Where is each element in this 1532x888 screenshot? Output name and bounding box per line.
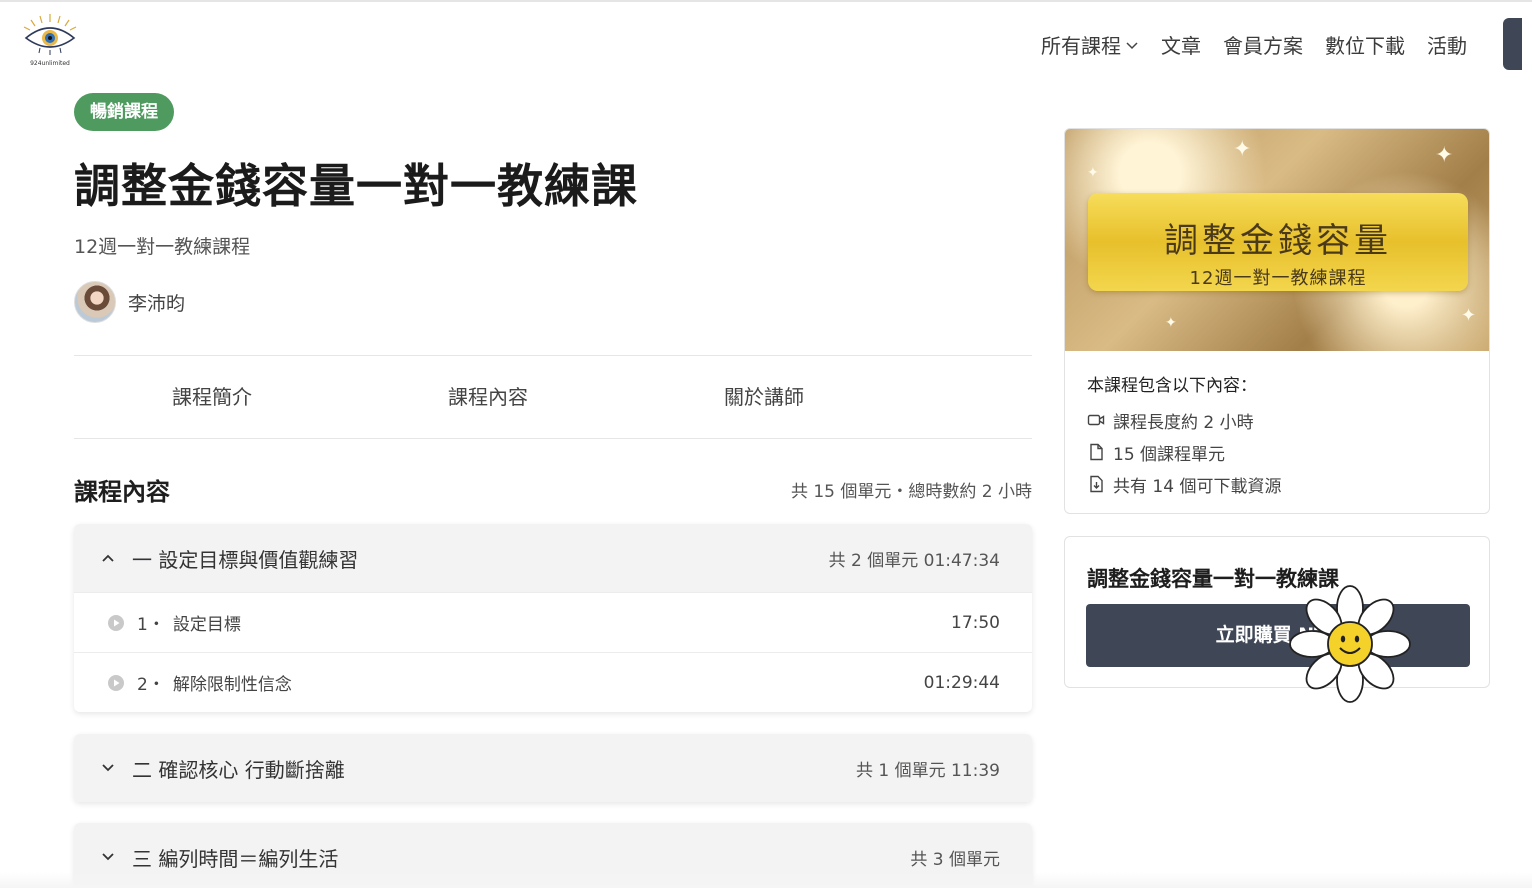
lesson-2-number: 2・ [137,675,165,695]
cover-plate: 調整金錢容量 12週一對一教練課程 [1088,193,1468,291]
nav-articles[interactable]: 文章 [1161,30,1201,59]
chevron-down-icon [1126,41,1138,49]
chapter-1-meta: 共 2 個單元 01:47:34 [828,550,1000,571]
download-file-icon [1090,475,1103,493]
sparkle-icon: ✦ [1165,315,1177,331]
logo-text: 924unlimited [30,60,70,67]
eye-logo-icon [23,14,77,55]
chevron-down-icon [102,764,114,772]
includes-title: 本課程包含以下內容： [1087,376,1257,396]
lesson-2[interactable]: 2・ 解除限制性信念 01:29:44 [74,652,1032,712]
nav-events[interactable]: 活動 [1427,30,1467,59]
page-title: 調整金錢容量一對一教練課 [74,159,638,213]
nav-membership[interactable]: 會員方案 [1223,30,1303,59]
tab-instructor[interactable]: 關於講師 [626,356,902,438]
include-downloads: 共有 14 個可下載資源 [1087,468,1467,500]
course-includes: 本課程包含以下內容： 課程長度約 2 小時 15 個課程單元 共有 14 個可下… [1065,351,1489,513]
cover-subtitle: 12週一對一教練課程 [1189,268,1367,289]
nav-all-courses[interactable]: 所有課程 [1041,30,1139,59]
chapter-2-meta: 共 1 個單元 11:39 [855,760,1000,781]
lesson-1[interactable]: 1・ 設定目標 17:50 [74,592,1032,652]
page-bottom-fade [0,872,1532,888]
lesson-1-number: 1・ [137,615,165,635]
include-downloads-text: 共有 14 個可下載資源 [1113,476,1282,497]
include-duration: 課程長度約 2 小時 [1087,404,1467,436]
course-cover-image: ✦ ✦ ✦ ✦ ✦ 調整金錢容量 12週一對一教練課程 [1065,129,1489,351]
lesson-1-name: 設定目標 [172,615,241,635]
chapter-1: 一 設定目標與價值觀練習 共 2 個單元 01:47:34 1・ 設定目標 17… [74,524,1032,712]
include-units: 15 個課程單元 [1087,436,1467,468]
play-icon [108,674,124,691]
cover-title: 調整金錢容量 [1164,221,1392,261]
avatar [74,281,116,323]
chevron-down-icon [102,853,114,861]
video-icon [1087,414,1105,426]
include-units-text: 15 個課程單元 [1113,444,1226,465]
nav-all-courses-label: 所有課程 [1041,34,1121,58]
course-tabs: 課程簡介 課程內容 關於講師 [74,356,1032,438]
chevron-up-icon [102,554,114,562]
login-button-edge[interactable] [1503,18,1522,70]
purchase-card: 調整金錢容量一對一教練課 立即購買 NT$ [1064,536,1490,688]
chapter-2: 二 確認核心 行動斷捨離 共 1 個單元 11:39 [74,734,1032,802]
author-name: 李沛昀 [128,292,186,315]
sparkle-icon: ✦ [1233,137,1252,162]
tab-content[interactable]: 課程內容 [350,356,626,438]
daisy-smiley-icon [1289,585,1411,703]
sparkle-icon: ✦ [1461,305,1477,326]
tab-intro[interactable]: 課程簡介 [74,356,350,438]
course-subtitle: 12週一對一教練課程 [74,236,251,258]
lesson-2-duration: 01:29:44 [923,672,1000,693]
chapter-1-name: 一 設定目標與價值觀練習 [132,547,359,572]
sparkle-icon: ✦ [1087,165,1099,181]
chapter-3-name: 三 編列時間＝編列生活 [132,846,339,871]
chapter-3-meta: 共 3 個單元 [910,849,1000,870]
main-nav: 所有課程 文章 會員方案 數位下載 活動 [1041,30,1467,59]
site-logo[interactable]: 924unlimited [20,12,80,74]
chapter-2-name: 二 確認核心 行動斷捨離 [132,757,345,782]
tabs-bottom-divider [74,438,1032,439]
sparkle-icon: ✦ [1435,143,1454,168]
nav-digital-downloads[interactable]: 數位下載 [1325,30,1405,59]
content-section-title: 課程內容 [74,478,170,506]
bestseller-badge: 暢銷課程 [74,93,174,131]
course-author[interactable]: 李沛昀 [74,281,185,323]
include-duration-text: 課程長度約 2 小時 [1113,412,1254,433]
chapter-1-header[interactable]: 一 設定目標與價值觀練習 共 2 個單元 01:47:34 [74,524,1032,592]
chapter-2-header[interactable]: 二 確認核心 行動斷捨離 共 1 個單元 11:39 [74,734,1032,802]
buy-now-button[interactable]: 立即購買 NT$ [1086,604,1470,667]
course-info-card: ✦ ✦ ✦ ✦ ✦ 調整金錢容量 12週一對一教練課程 本課程包含以下內容： 課… [1064,128,1490,514]
top-border [0,0,1532,2]
lesson-2-name: 解除限制性信念 [172,675,292,695]
lesson-1-duration: 17:50 [951,612,1000,633]
document-icon [1090,443,1103,461]
content-summary: 共 15 個單元・總時數約 2 小時 [790,482,1032,502]
play-icon [108,614,124,631]
